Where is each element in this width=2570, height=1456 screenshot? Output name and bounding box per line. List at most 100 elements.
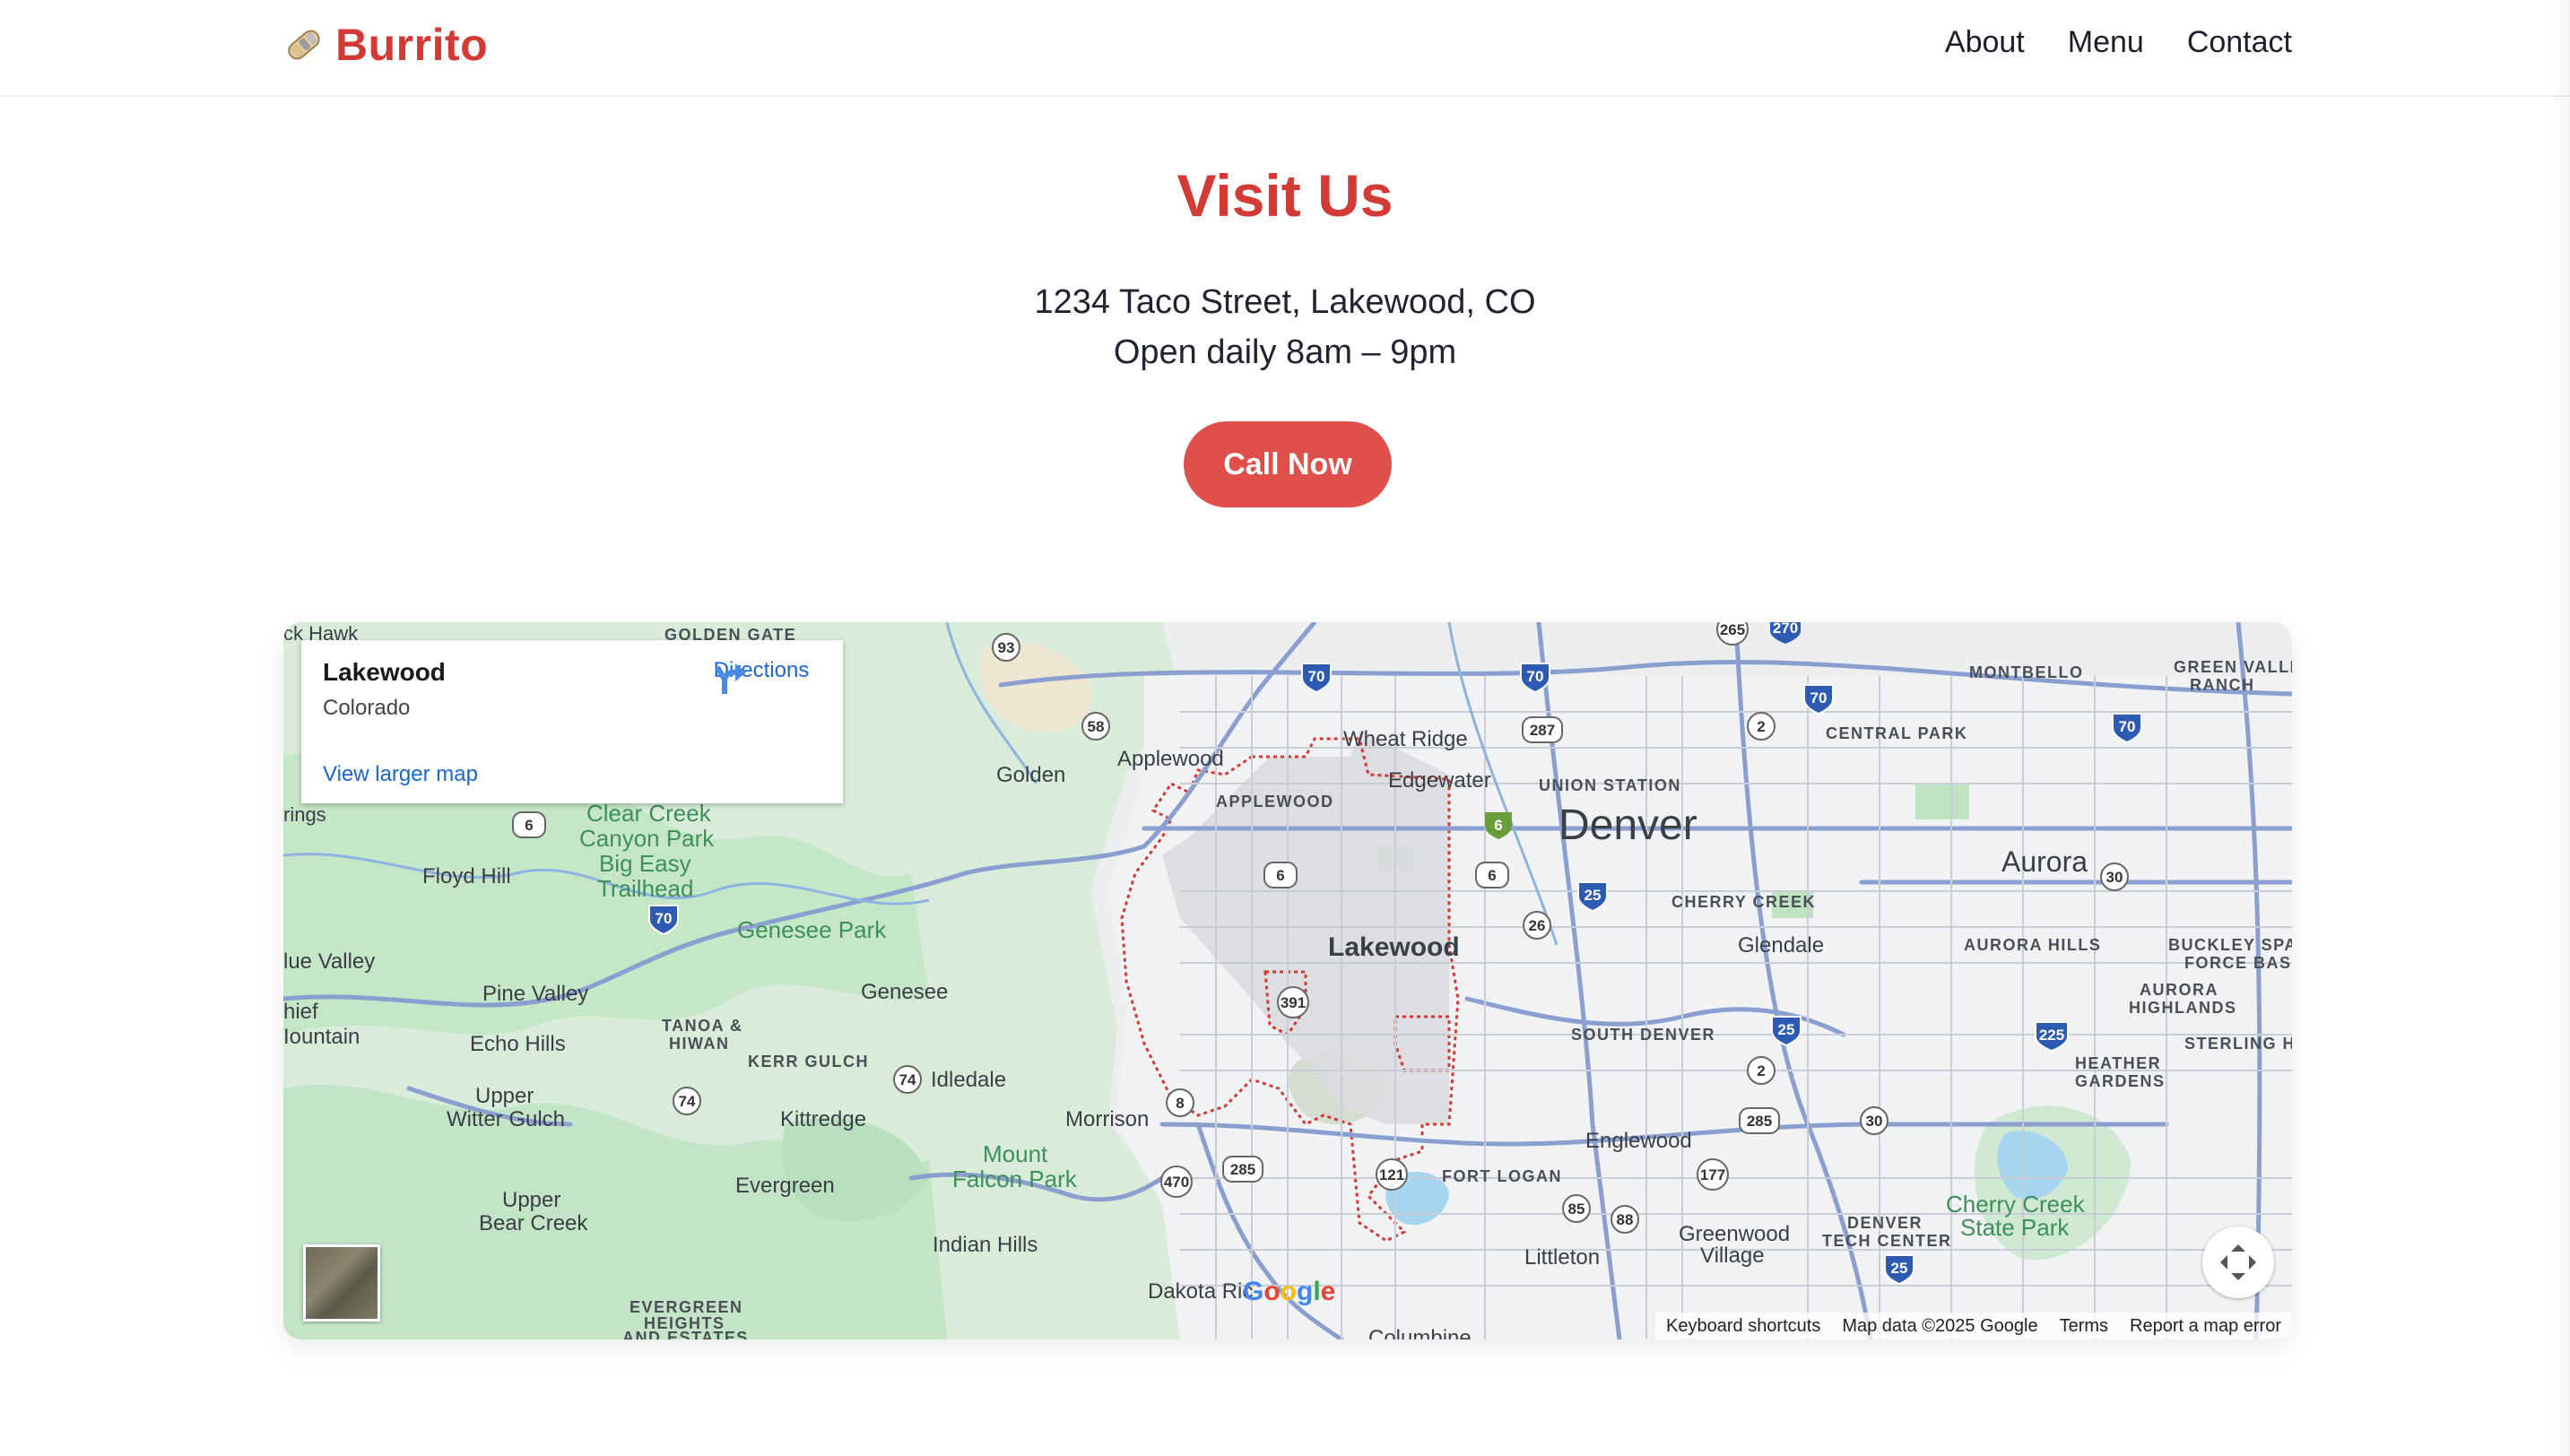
map-label: FORCE BASE xyxy=(2184,954,2292,972)
map-label: HEATHER xyxy=(2075,1054,2161,1072)
svg-text:74: 74 xyxy=(899,1071,916,1088)
route-shield-285: 285 xyxy=(1739,1107,1780,1134)
svg-text:177: 177 xyxy=(1700,1166,1725,1183)
terms-link[interactable]: Terms xyxy=(2060,1316,2108,1337)
svg-text:85: 85 xyxy=(1568,1200,1585,1218)
route-shield-30: 30 xyxy=(1860,1106,1888,1135)
svg-text:70: 70 xyxy=(656,910,673,927)
map-label: Indian Hills xyxy=(933,1233,1038,1257)
report-map-error-link[interactable]: Report a map error xyxy=(2130,1316,2281,1337)
map-label: Golden xyxy=(996,763,1065,787)
map-label: Kittredge xyxy=(780,1107,866,1131)
svg-text:70: 70 xyxy=(2119,718,2136,735)
map-label: Denver xyxy=(1558,802,1697,849)
map-label: CENTRAL PARK xyxy=(1826,724,1967,742)
map-label: Glendale xyxy=(1738,933,1824,958)
route-shield-8: 8 xyxy=(1166,1088,1194,1117)
map-label: APPLEWOOD xyxy=(1216,793,1334,810)
svg-text:470: 470 xyxy=(1164,1174,1189,1191)
route-shield-6: 6 xyxy=(512,811,546,838)
svg-text:93: 93 xyxy=(998,639,1015,656)
svg-text:6: 6 xyxy=(1276,867,1284,884)
place-name: Lakewood xyxy=(323,658,446,686)
map-label: CHERRY CREEK xyxy=(1671,893,1816,911)
route-shield-93: 93 xyxy=(992,633,1020,662)
brand-name: Burrito xyxy=(335,20,489,70)
view-larger-map-link[interactable]: View larger map xyxy=(323,762,478,787)
route-shield-121: 121 xyxy=(1376,1158,1408,1191)
call-now-button[interactable]: Call Now xyxy=(1184,421,1392,507)
map-label: Idledale xyxy=(931,1068,1006,1092)
map-label: Canyon Park xyxy=(579,825,715,852)
fullscreen-icon xyxy=(2220,1244,2256,1280)
svg-text:2: 2 xyxy=(1757,1062,1765,1079)
map-label: Floyd Hill xyxy=(422,864,511,888)
map-label: Clear Creek xyxy=(586,800,712,827)
svg-text:25: 25 xyxy=(1585,887,1602,904)
place-info-card: Lakewood Colorado View larger map Direct… xyxy=(301,640,843,803)
svg-text:25: 25 xyxy=(1778,1021,1795,1038)
route-shield-177: 177 xyxy=(1697,1158,1729,1191)
map-label: State Park xyxy=(1960,1214,2070,1241)
map-label: Big Easy xyxy=(599,850,691,877)
embedded-map[interactable]: ck Hawk GOLDEN GATE rings Clear Creek Ca… xyxy=(283,622,2292,1339)
svg-text:6: 6 xyxy=(1488,867,1496,884)
map-label: Pine Valley xyxy=(482,982,588,1006)
map-label: GREEN VALLE xyxy=(2174,658,2292,676)
map-label: hief xyxy=(283,1000,318,1024)
google-logo: Google xyxy=(1243,1277,1336,1306)
svg-text:285: 285 xyxy=(1747,1113,1772,1130)
nav-about[interactable]: About xyxy=(1945,25,2025,60)
svg-text:225: 225 xyxy=(2039,1027,2064,1044)
svg-text:287: 287 xyxy=(1530,722,1555,739)
map-label: Applewood xyxy=(1117,747,1224,771)
map-label: Falcon Park xyxy=(952,1166,1078,1192)
svg-text:30: 30 xyxy=(1866,1113,1883,1130)
map-label: Morrison xyxy=(1065,1107,1149,1131)
directions-button[interactable]: Directions xyxy=(712,658,811,694)
route-shield-74: 74 xyxy=(673,1087,701,1115)
hours-text: Open daily 8am – 9pm xyxy=(1113,334,1457,371)
burrito-icon xyxy=(288,30,320,60)
keyboard-shortcuts-link[interactable]: Keyboard shortcuts xyxy=(1666,1316,1820,1337)
map-label: AND ESTATES xyxy=(622,1329,749,1339)
svg-text:70: 70 xyxy=(1527,668,1544,685)
svg-text:265: 265 xyxy=(1720,622,1745,638)
map-label: Trailhead xyxy=(597,875,693,902)
brand-logo[interactable]: Burrito xyxy=(282,16,488,74)
map-label: HIWAN xyxy=(669,1035,730,1053)
map-label: GARDENS xyxy=(2075,1072,2166,1090)
map-label: UNION STATION xyxy=(1539,776,1681,794)
map-label: TECH CENTER xyxy=(1822,1232,1952,1250)
svg-text:2: 2 xyxy=(1757,718,1765,735)
svg-text:88: 88 xyxy=(1617,1211,1634,1228)
route-shield-30: 30 xyxy=(2100,862,2129,891)
map-label: Upper xyxy=(475,1084,534,1108)
route-shield-2: 2 xyxy=(1747,712,1776,741)
map-label: Edgewater xyxy=(1388,768,1491,793)
fullscreen-button[interactable] xyxy=(2202,1226,2274,1298)
map-attribution-bar: Keyboard shortcuts Map data ©2025 Google… xyxy=(1655,1313,2292,1339)
route-shield-285: 285 xyxy=(1222,1156,1263,1183)
svg-text:26: 26 xyxy=(1529,917,1546,934)
map-label: DENVER xyxy=(1847,1214,1923,1232)
map-label: SOUTH DENVER xyxy=(1571,1026,1715,1044)
svg-text:58: 58 xyxy=(1088,718,1105,735)
map-label: EVERGREEN xyxy=(629,1298,743,1316)
route-shield-470: 470 xyxy=(1160,1166,1193,1198)
map-label: KERR GULCH xyxy=(748,1053,869,1070)
nav-contact[interactable]: Contact xyxy=(2187,25,2292,60)
map-label: MONTBELLO xyxy=(1969,663,2084,681)
map-label: Columbine xyxy=(1368,1326,1472,1339)
map-label: Greenwood xyxy=(1679,1222,1790,1246)
map-label: RANCH xyxy=(2190,676,2255,694)
map-label: HIGHLANDS xyxy=(2129,999,2237,1017)
svg-text:285: 285 xyxy=(1230,1161,1255,1178)
satellite-toggle-thumbnail[interactable] xyxy=(303,1244,380,1322)
map-label: TANOA & xyxy=(662,1017,743,1035)
route-shield-391: 391 xyxy=(1277,986,1309,1018)
map-label: AURORA HILLS xyxy=(1964,936,2101,954)
map-label: Evergreen xyxy=(735,1174,835,1198)
map-label: Littleton xyxy=(1524,1245,1600,1270)
nav-menu[interactable]: Menu xyxy=(2068,25,2144,60)
